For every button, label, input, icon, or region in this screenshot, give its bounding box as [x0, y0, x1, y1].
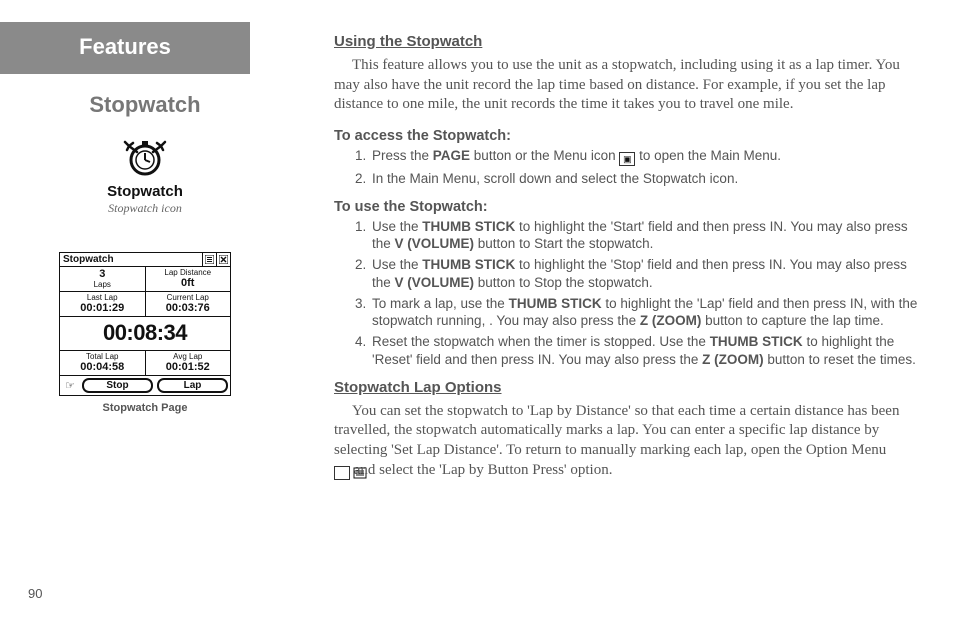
screen-caption: Stopwatch Page: [40, 402, 250, 414]
use-stopwatch-heading: To use the Stopwatch:: [334, 198, 926, 217]
screen-close-icon: [216, 253, 230, 266]
access-step-1: Press the PAGE button or the Menu icon ▣…: [370, 147, 926, 166]
use-step-3: To mark a lap, use the THUMB STICK to hi…: [370, 295, 926, 330]
lapdist-value: 0ft: [148, 277, 229, 289]
currlap-value: 00:03:76: [148, 302, 229, 314]
option-menu-inline-icon: [334, 466, 350, 480]
page-number: 90: [28, 586, 42, 601]
stopwatch-screen: Stopwatch 3 Laps Lap Distance 0: [59, 252, 231, 396]
lap-options-heading: Stopwatch Lap Options: [334, 378, 926, 398]
totlap-value: 00:04:58: [62, 361, 143, 373]
stopwatch-icon-label: Stopwatch: [40, 183, 250, 200]
access-step-2: In the Main Menu, scroll down and select…: [370, 170, 926, 187]
hand-pointer-icon: ☞: [62, 379, 78, 392]
stop-button[interactable]: Stop: [82, 378, 153, 393]
laps-label: Laps: [62, 280, 143, 289]
lap-options-paragraph: You can set the stopwatch to 'Lap by Dis…: [334, 402, 926, 481]
stopwatch-icon-caption: Stopwatch icon: [40, 201, 250, 216]
use-step-2: Use the THUMB STICK to highlight the 'St…: [370, 256, 926, 291]
lapdist-label: Lap Distance: [148, 268, 229, 277]
intro-paragraph: This feature allows you to use the unit …: [334, 56, 926, 115]
use-step-4: Reset the stopwatch when the timer is st…: [370, 333, 926, 368]
screen-title: Stopwatch: [60, 253, 202, 266]
lastlap-value: 00:01:29: [62, 302, 143, 314]
using-stopwatch-heading: Using the Stopwatch: [334, 32, 926, 52]
lap-button[interactable]: Lap: [157, 378, 228, 393]
access-stopwatch-heading: To access the Stopwatch:: [334, 127, 926, 146]
avglap-value: 00:01:52: [148, 361, 229, 373]
features-header: Features: [0, 22, 250, 74]
main-time: 00:08:34: [60, 317, 230, 351]
stopwatch-cartoon-icon: [115, 132, 175, 181]
currlap-label: Current Lap: [148, 293, 229, 302]
menu-inline-icon: ▣: [619, 152, 635, 166]
avglap-label: Avg Lap: [148, 352, 229, 361]
laps-value: 3: [62, 268, 143, 280]
lastlap-label: Last Lap: [62, 293, 143, 302]
totlap-label: Total Lap: [62, 352, 143, 361]
section-title: Stopwatch: [0, 92, 250, 118]
use-step-1: Use the THUMB STICK to highlight the 'St…: [370, 218, 926, 253]
screen-menu-icon: [202, 253, 216, 266]
